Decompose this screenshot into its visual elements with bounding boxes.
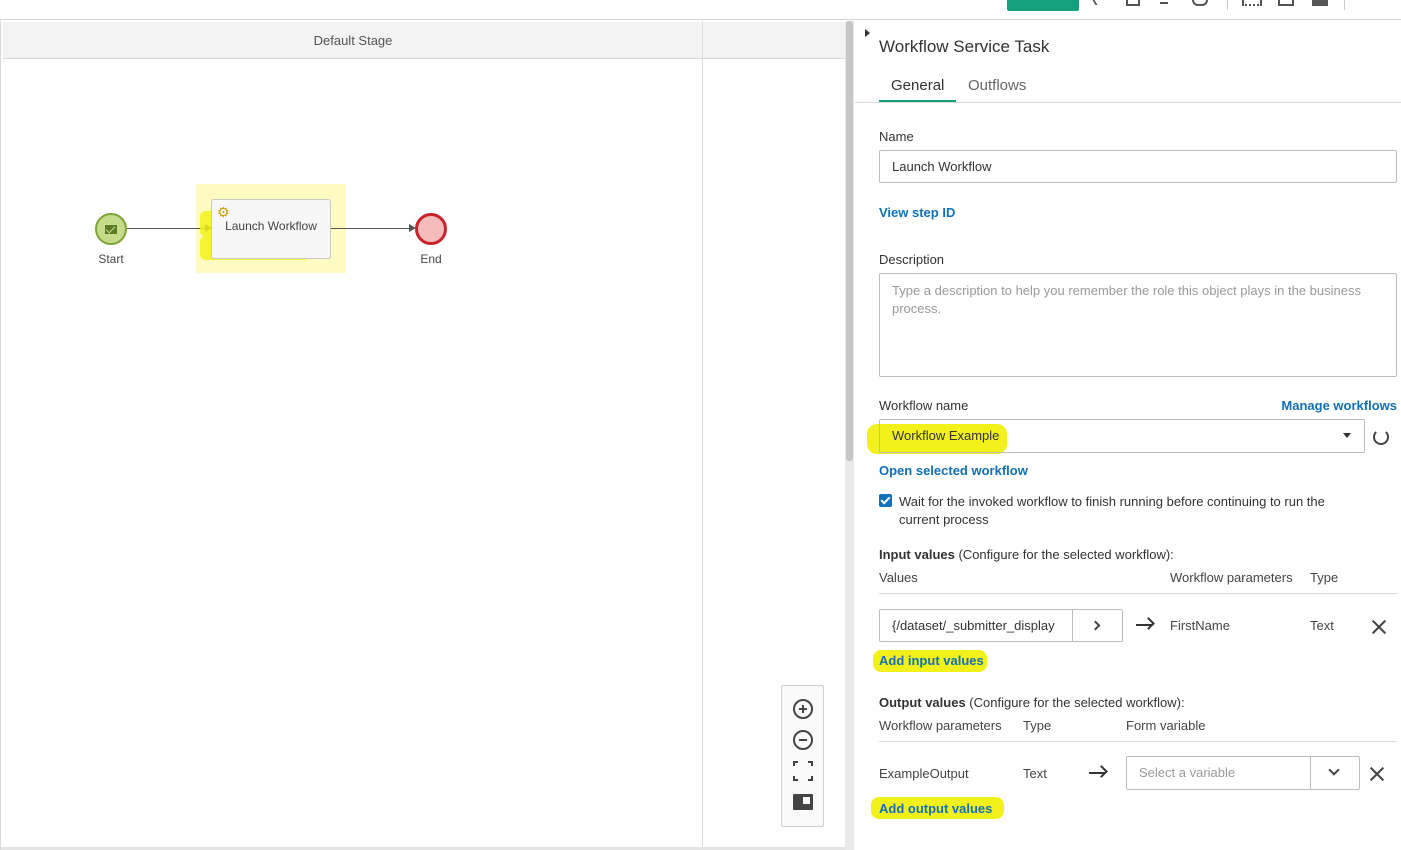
fit-to-screen-icon[interactable] xyxy=(793,761,813,781)
properties-panel: Workflow Service Task General Outflows N… xyxy=(855,21,1401,850)
toolbar-divider xyxy=(1227,0,1228,10)
form-variable-dropdown-button[interactable] xyxy=(1310,756,1360,790)
gear-icon: ⚙ xyxy=(217,204,230,220)
tab-outflows[interactable]: Outflows xyxy=(956,77,1038,103)
view-step-id-link[interactable]: View step ID xyxy=(879,205,955,220)
remove-input-row-icon[interactable] xyxy=(1372,620,1386,634)
process-canvas[interactable]: Default Stage xyxy=(0,21,846,850)
zoom-in-icon[interactable] xyxy=(793,699,813,719)
output-parameter-name: ExampleOutput xyxy=(879,766,969,781)
panel-title: Workflow Service Task xyxy=(879,37,1050,56)
arrow-right-icon xyxy=(1089,765,1108,780)
output-table-divider xyxy=(879,741,1397,742)
wait-for-completion-checkbox[interactable] xyxy=(879,494,892,507)
input-col-parameters: Workflow parameters xyxy=(1170,570,1293,585)
save-icon[interactable] xyxy=(1126,0,1140,6)
input-parameter-name: FirstName xyxy=(1170,618,1230,633)
stage-header: Default Stage xyxy=(3,22,846,59)
panel-icon[interactable] xyxy=(1312,0,1328,6)
tabs-divider xyxy=(855,102,1401,103)
zoom-out-icon[interactable] xyxy=(793,730,813,750)
end-node-label: End xyxy=(420,252,442,266)
remove-output-row-icon[interactable] xyxy=(1370,767,1384,781)
output-values-heading: Output values (Configure for the selecte… xyxy=(879,695,1185,710)
form-variable-select[interactable]: Select a variable xyxy=(1126,756,1312,790)
output-col-parameters: Workflow parameters xyxy=(879,718,1002,733)
input-col-values: Values xyxy=(879,570,918,585)
arrow-right-icon xyxy=(1136,617,1155,632)
task-node-label: Launch Workflow xyxy=(225,219,317,233)
workflow-select-value: Workflow Example xyxy=(892,428,1000,443)
start-event-node[interactable] xyxy=(95,213,127,245)
expression-picker-button[interactable] xyxy=(1072,609,1123,642)
tab-general[interactable]: General xyxy=(879,77,957,103)
workflow-select[interactable]: Workflow Example xyxy=(879,419,1365,453)
refresh-icon[interactable] xyxy=(1373,429,1389,445)
end-event-node[interactable] xyxy=(415,213,447,245)
description-label: Description xyxy=(879,252,945,267)
manage-workflows-link[interactable]: Manage workflows xyxy=(1281,398,1397,413)
top-toolbar xyxy=(0,0,1401,20)
stage-title: Default Stage xyxy=(313,33,393,48)
scrollbar-thumb[interactable] xyxy=(846,21,853,461)
workflow-name-label: Workflow name xyxy=(879,398,969,413)
input-col-type: Type xyxy=(1310,570,1339,585)
grid-icon[interactable] xyxy=(1242,0,1262,6)
stage-divider xyxy=(702,21,703,850)
chevron-right-icon xyxy=(1090,620,1101,631)
input-table-divider xyxy=(879,593,1397,594)
canvas-vertical-scrollbar[interactable] xyxy=(845,21,854,850)
input-parameter-type: Text xyxy=(1310,618,1334,633)
minimap-icon[interactable] xyxy=(793,794,813,810)
toolbar-divider xyxy=(1344,0,1345,10)
chevron-down-icon[interactable] xyxy=(1160,0,1168,4)
output-col-type: Type xyxy=(1023,718,1052,733)
input-value-field[interactable]: {/dataset/_submitter_display xyxy=(879,609,1073,642)
sequence-flow-task-to-end[interactable] xyxy=(331,228,409,229)
gear-icon[interactable] xyxy=(1192,0,1208,6)
collapse-panel-icon[interactable] xyxy=(865,29,870,37)
envelope-icon xyxy=(105,225,117,234)
layout-icon[interactable] xyxy=(1278,0,1294,6)
description-textarea[interactable]: Type a description to help you remember … xyxy=(879,273,1397,377)
output-col-form-variable: Form variable xyxy=(1126,718,1206,733)
play-icon[interactable] xyxy=(1092,0,1104,5)
zoom-controls xyxy=(781,685,824,827)
sequence-flow-start-to-task[interactable] xyxy=(127,228,205,229)
name-input[interactable]: Launch Workflow xyxy=(879,150,1397,183)
start-node-label: Start xyxy=(98,252,124,266)
name-label: Name xyxy=(879,129,914,144)
output-parameter-type: Text xyxy=(1023,766,1047,781)
input-values-heading: Input values (Configure for the selected… xyxy=(879,547,1174,562)
wait-checkbox-label: Wait for the invoked workflow to finish … xyxy=(899,494,1325,527)
chevron-down-icon xyxy=(1328,764,1340,776)
caret-down-icon xyxy=(1343,433,1351,438)
primary-action-button[interactable] xyxy=(1007,0,1079,11)
add-input-values-link[interactable]: Add input values xyxy=(879,653,984,668)
open-selected-workflow-link[interactable]: Open selected workflow xyxy=(879,463,1028,478)
add-output-values-link[interactable]: Add output values xyxy=(879,801,992,816)
